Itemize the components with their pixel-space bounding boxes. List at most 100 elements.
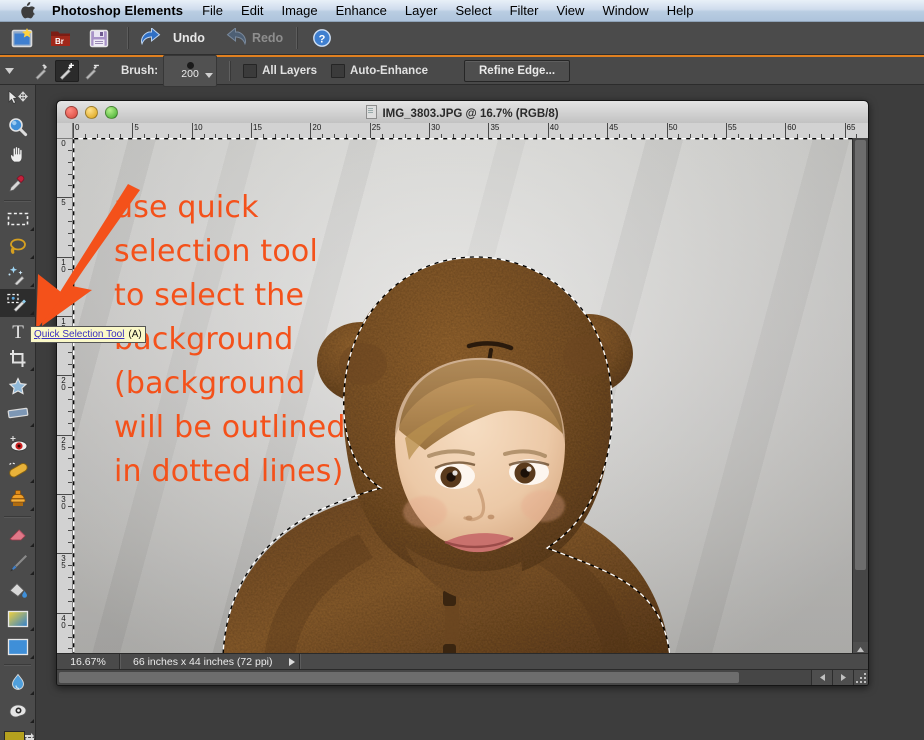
water-drop-blur-icon [12, 673, 24, 690]
menu-view[interactable]: View [547, 0, 593, 22]
foreground-color-swatch[interactable] [4, 731, 25, 740]
menu-filter[interactable]: Filter [501, 0, 548, 22]
hand-tool[interactable] [0, 141, 36, 169]
zoom-window-button[interactable] [105, 105, 118, 119]
vertical-scrollbar[interactable] [852, 138, 868, 672]
gradient-tool[interactable] [0, 605, 36, 633]
annotation-line-7: in dotted lines) [114, 454, 344, 489]
annotation-line-5: (background [114, 366, 306, 401]
auto-enhance-checkbox[interactable]: Auto-Enhance [331, 63, 428, 78]
tool-submenu-triangle [30, 543, 34, 547]
menu-image[interactable]: Image [272, 0, 326, 22]
minimize-window-button[interactable] [85, 105, 98, 119]
subtract-from-selection-mode-button[interactable] [80, 60, 104, 82]
canvas-area[interactable]: use quick selection tool to select the b… [73, 138, 868, 672]
horizontal-scrollbar-thumb[interactable] [59, 672, 739, 683]
straighten-tool[interactable] [0, 401, 36, 429]
new-selection-mode-button[interactable] [30, 60, 54, 82]
help-question-icon[interactable]: ? [307, 25, 337, 51]
ruler-tick [68, 600, 72, 602]
ruler-label: 0 [75, 123, 80, 132]
brush-size-value: 200 [181, 68, 199, 80]
menu-select[interactable]: Select [446, 0, 500, 22]
chevron-down-icon[interactable] [205, 65, 214, 83]
ruler-label: 25 [371, 123, 381, 132]
vertical-scrollbar-thumb[interactable] [855, 140, 866, 570]
swap-colors-icon[interactable] [24, 729, 35, 740]
toolbar-divider-2 [296, 27, 299, 49]
move-tool[interactable] [0, 85, 36, 113]
all-layers-checkbox[interactable]: All Layers [243, 63, 317, 78]
horizontal-scrollbar-track[interactable] [57, 670, 811, 685]
ruler-tick [68, 505, 72, 507]
zoom-level-field[interactable]: 16.67% [57, 656, 119, 668]
redo-button[interactable]: Redo [219, 28, 283, 48]
shape-tool[interactable] [0, 633, 36, 661]
horizontal-ruler[interactable]: 0 5 10 15 20 25 30 35 40 45 50 55 60 65 [57, 123, 868, 139]
ruler-label: 60 [787, 123, 797, 132]
document-title-bar[interactable]: IMG_3803.JPG @ 16.7% (RGB/8) [57, 101, 868, 124]
close-window-button[interactable] [65, 105, 78, 119]
adobe-bridge-icon[interactable]: Br [46, 25, 76, 51]
color-swatches[interactable] [0, 729, 36, 740]
ruler-tick [132, 123, 134, 138]
paint-bucket-tool[interactable] [0, 577, 36, 605]
play-triangle-icon[interactable] [285, 658, 299, 666]
horizontal-scrollbar[interactable] [57, 669, 868, 685]
add-to-selection-mode-button[interactable] [55, 59, 79, 82]
cookie-cutter-tool[interactable] [0, 373, 36, 401]
tool-options-bar: Brush: 200 All Layers Auto-Enhance Refin… [0, 54, 924, 87]
svg-text:?: ? [319, 34, 326, 46]
annotation-line-2: selection tool [114, 234, 318, 269]
tool-submenu-triangle [30, 655, 34, 659]
rectangle-shape-icon [7, 638, 29, 656]
brush-size-picker[interactable]: 200 [163, 54, 218, 87]
ruler-tick [68, 541, 72, 543]
menu-help[interactable]: Help [658, 0, 703, 22]
status-divider-2 [298, 653, 301, 671]
crop-tool[interactable] [0, 345, 36, 373]
clone-stamp-tool[interactable] [0, 485, 36, 513]
star-cookie-cutter-icon [8, 377, 28, 395]
sponge-tool[interactable] [0, 697, 36, 725]
ruler-tick [68, 565, 72, 567]
ruler-label: 20 [312, 123, 322, 132]
window-controls [65, 105, 118, 119]
annotation-line-3: to select the [114, 278, 305, 313]
brush-tool[interactable] [0, 549, 36, 577]
undo-label: Undo [173, 31, 205, 45]
tool-submenu-triangle [30, 423, 34, 427]
ruler-label: 35 [61, 554, 66, 571]
save-floppy-icon[interactable] [84, 25, 114, 51]
ruler-tick [68, 589, 72, 591]
red-eye-tool[interactable] [0, 429, 36, 457]
photo-canvas[interactable]: use quick selection tool to select the b… [73, 138, 855, 672]
refine-edge-button[interactable]: Refine Edge... [464, 59, 571, 82]
tooltip-shortcut: (A) [128, 329, 142, 340]
apple-logo-icon[interactable] [14, 2, 40, 19]
ruler-label: 55 [727, 123, 737, 132]
menu-file[interactable]: File [193, 0, 232, 22]
scroll-right-icon[interactable] [832, 670, 853, 685]
tool-submenu-triangle [30, 479, 34, 483]
scroll-left-icon[interactable] [811, 670, 832, 685]
menu-window[interactable]: Window [593, 0, 657, 22]
resize-grip-icon[interactable] [853, 670, 868, 685]
eraser-tool[interactable] [0, 521, 36, 549]
wand-plus-icon [60, 62, 74, 80]
ruler-corner[interactable] [57, 123, 73, 139]
undo-button[interactable]: Undo [140, 28, 205, 48]
menu-layer[interactable]: Layer [396, 0, 447, 22]
tool-submenu-triangle [30, 719, 34, 723]
menu-edit[interactable]: Edit [232, 0, 272, 22]
ruler-tick [488, 123, 490, 138]
chevron-down-icon[interactable] [0, 67, 18, 74]
menu-enhance[interactable]: Enhance [327, 0, 396, 22]
zoom-tool[interactable] [0, 113, 36, 141]
red-eye-icon [10, 436, 28, 452]
blur-tool[interactable] [0, 669, 36, 697]
new-document-icon[interactable] [8, 25, 38, 51]
sponge-dodge-icon [9, 704, 27, 718]
healing-brush-tool[interactable] [0, 457, 36, 485]
ruler-label: 40 [549, 123, 559, 132]
